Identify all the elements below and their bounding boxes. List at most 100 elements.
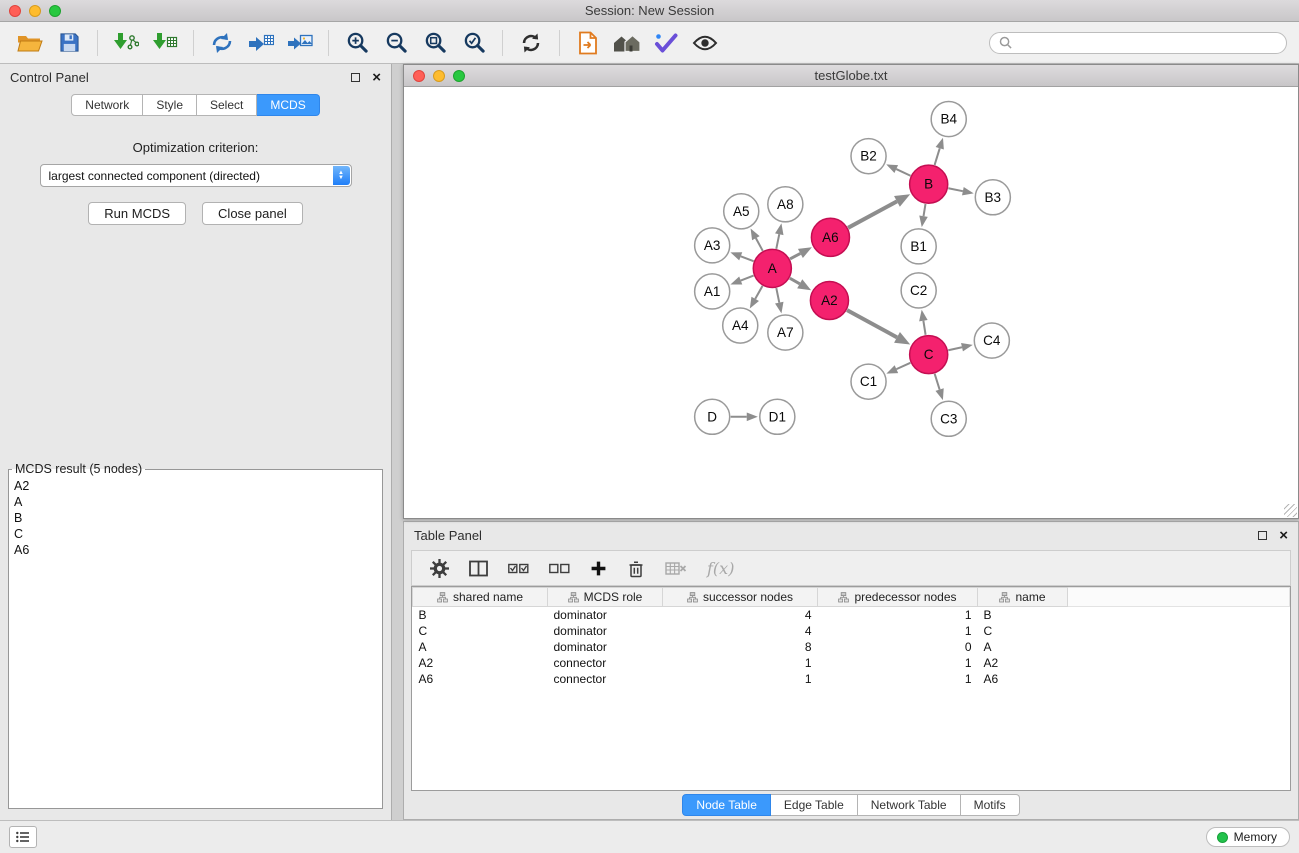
- column-header-predecessor-nodes[interactable]: predecessor nodes: [818, 588, 978, 607]
- zoom-network-window-button[interactable]: [453, 70, 465, 82]
- run-mcds-button[interactable]: Run MCDS: [88, 202, 186, 225]
- graph-edge-A-A4[interactable]: [755, 286, 762, 299]
- minimize-network-window-button[interactable]: [433, 70, 445, 82]
- network-canvas[interactable]: B4B2BB3A5A8A6B1A3AC2A1A2A4A7C4CC1C3DD1: [404, 87, 1298, 518]
- dropdown-value: largest connected component (directed): [49, 169, 260, 183]
- zoom-in-button[interactable]: [339, 26, 375, 60]
- graph-edge-A-A3[interactable]: [741, 256, 754, 261]
- column-header-name[interactable]: name: [978, 588, 1068, 607]
- table-cell: dominator: [548, 639, 663, 655]
- graph-edge-A6-B[interactable]: [848, 201, 897, 227]
- float-table-panel-icon[interactable]: [1258, 531, 1267, 540]
- checked-boxes-icon: [508, 561, 529, 575]
- table-row[interactable]: Cdominator41C: [413, 623, 1290, 639]
- memory-button[interactable]: Memory: [1206, 827, 1290, 847]
- tab-select[interactable]: Select: [197, 94, 257, 116]
- graph-edge-C-C4[interactable]: [948, 347, 962, 350]
- zoom-fit-button[interactable]: [417, 26, 453, 60]
- table-row[interactable]: A6connector11A6: [413, 671, 1290, 687]
- delete-table-button[interactable]: [665, 561, 687, 576]
- table-cell: A6: [978, 671, 1068, 687]
- tab-style[interactable]: Style: [143, 94, 197, 116]
- mcds-result-item[interactable]: A6: [11, 542, 380, 558]
- close-window-button[interactable]: [9, 5, 21, 17]
- close-panel-icon[interactable]: ×: [372, 70, 381, 85]
- close-panel-button[interactable]: Close panel: [202, 202, 303, 225]
- table-cell: connector: [548, 655, 663, 671]
- import-table-button[interactable]: [147, 26, 183, 60]
- open-document-button[interactable]: [570, 26, 606, 60]
- toolbar-separator: [97, 30, 98, 56]
- graph-edge-arrow: [962, 187, 974, 195]
- table-tab-node-table[interactable]: Node Table: [682, 794, 771, 816]
- column-header-mcds-role[interactable]: MCDS role: [548, 588, 663, 607]
- table-cell-filler: [1068, 639, 1290, 655]
- table-row[interactable]: A2connector11A2: [413, 655, 1290, 671]
- table-cell: dominator: [548, 607, 663, 624]
- close-network-window-button[interactable]: [413, 70, 425, 82]
- task-history-button[interactable]: [9, 826, 37, 848]
- mcds-result-item[interactable]: B: [11, 510, 380, 526]
- table-row[interactable]: Adominator80A: [413, 639, 1290, 655]
- table-row[interactable]: Bdominator41B: [413, 607, 1290, 624]
- float-panel-icon[interactable]: [351, 73, 360, 82]
- search-input[interactable]: [1017, 35, 1277, 51]
- graph-edge-B-B4[interactable]: [935, 148, 940, 165]
- refresh-icon: [520, 32, 542, 54]
- graph-edge-C-C1[interactable]: [896, 363, 910, 369]
- export-table-button[interactable]: [243, 26, 279, 60]
- tab-network[interactable]: Network: [71, 94, 143, 116]
- close-table-panel-icon[interactable]: ×: [1279, 528, 1288, 543]
- export-network-button[interactable]: [204, 26, 240, 60]
- optimization-dropdown[interactable]: largest connected component (directed) ▲…: [40, 164, 352, 187]
- refresh-network-button[interactable]: [513, 26, 549, 60]
- resize-corner[interactable]: [1284, 504, 1297, 517]
- column-header-shared-name[interactable]: shared name: [413, 588, 548, 607]
- zoom-window-button[interactable]: [49, 5, 61, 17]
- network-graph[interactable]: B4B2BB3A5A8A6B1A3AC2A1A2A4A7C4CC1C3DD1: [404, 87, 1298, 518]
- graph-edge-A-A7[interactable]: [776, 288, 779, 303]
- graph-node-label-A6: A6: [822, 230, 839, 245]
- hierarchy-icon: [568, 592, 579, 603]
- graph-edge-B-B2[interactable]: [896, 169, 910, 176]
- export-image-button[interactable]: [282, 26, 318, 60]
- home-button[interactable]: [609, 26, 645, 60]
- apply-style-button[interactable]: [648, 26, 684, 60]
- select-all-button[interactable]: [508, 561, 529, 575]
- graph-edge-A-A8[interactable]: [776, 234, 779, 249]
- zoom-selected-button[interactable]: [456, 26, 492, 60]
- show-columns-button[interactable]: [469, 560, 488, 577]
- mcds-result-item[interactable]: C: [11, 526, 380, 542]
- import-network-button[interactable]: [108, 26, 144, 60]
- table-tab-edge-table[interactable]: Edge Table: [771, 794, 858, 816]
- graph-edge-C-C3[interactable]: [935, 374, 940, 390]
- table-settings-button[interactable]: [430, 559, 449, 578]
- graph-edge-C-C2[interactable]: [923, 321, 925, 335]
- mcds-result-item[interactable]: A: [11, 494, 380, 510]
- graph-edge-A-A2[interactable]: [790, 278, 800, 284]
- table-tab-motifs[interactable]: Motifs: [961, 794, 1020, 816]
- delete-table-icon: [665, 561, 687, 576]
- table-panel-title: Table Panel: [414, 528, 482, 543]
- open-session-button[interactable]: [12, 26, 48, 60]
- tab-mcds[interactable]: MCDS: [257, 94, 319, 116]
- graph-edge-B-B3[interactable]: [948, 188, 963, 191]
- graph-edge-A-A1[interactable]: [741, 276, 754, 281]
- table-tab-network-table[interactable]: Network Table: [858, 794, 961, 816]
- graph-edge-A2-C[interactable]: [847, 310, 897, 337]
- delete-column-button[interactable]: [627, 559, 645, 578]
- add-column-button[interactable]: [590, 560, 607, 577]
- save-session-button[interactable]: [51, 26, 87, 60]
- mcds-result-item[interactable]: A2: [11, 478, 380, 494]
- graph-edge-A-A5[interactable]: [756, 238, 763, 251]
- graph-node-label-C2: C2: [910, 283, 927, 298]
- graph-edge-A-A6[interactable]: [790, 253, 800, 259]
- deselect-all-button[interactable]: [549, 561, 570, 575]
- table-cell-filler: [1068, 623, 1290, 639]
- graph-edge-B-B1[interactable]: [924, 204, 926, 216]
- zoom-out-button[interactable]: [378, 26, 414, 60]
- toggle-view-button[interactable]: [687, 26, 723, 60]
- function-builder-button[interactable]: f(x): [707, 559, 734, 578]
- column-header-successor-nodes[interactable]: successor nodes: [663, 588, 818, 607]
- minimize-window-button[interactable]: [29, 5, 41, 17]
